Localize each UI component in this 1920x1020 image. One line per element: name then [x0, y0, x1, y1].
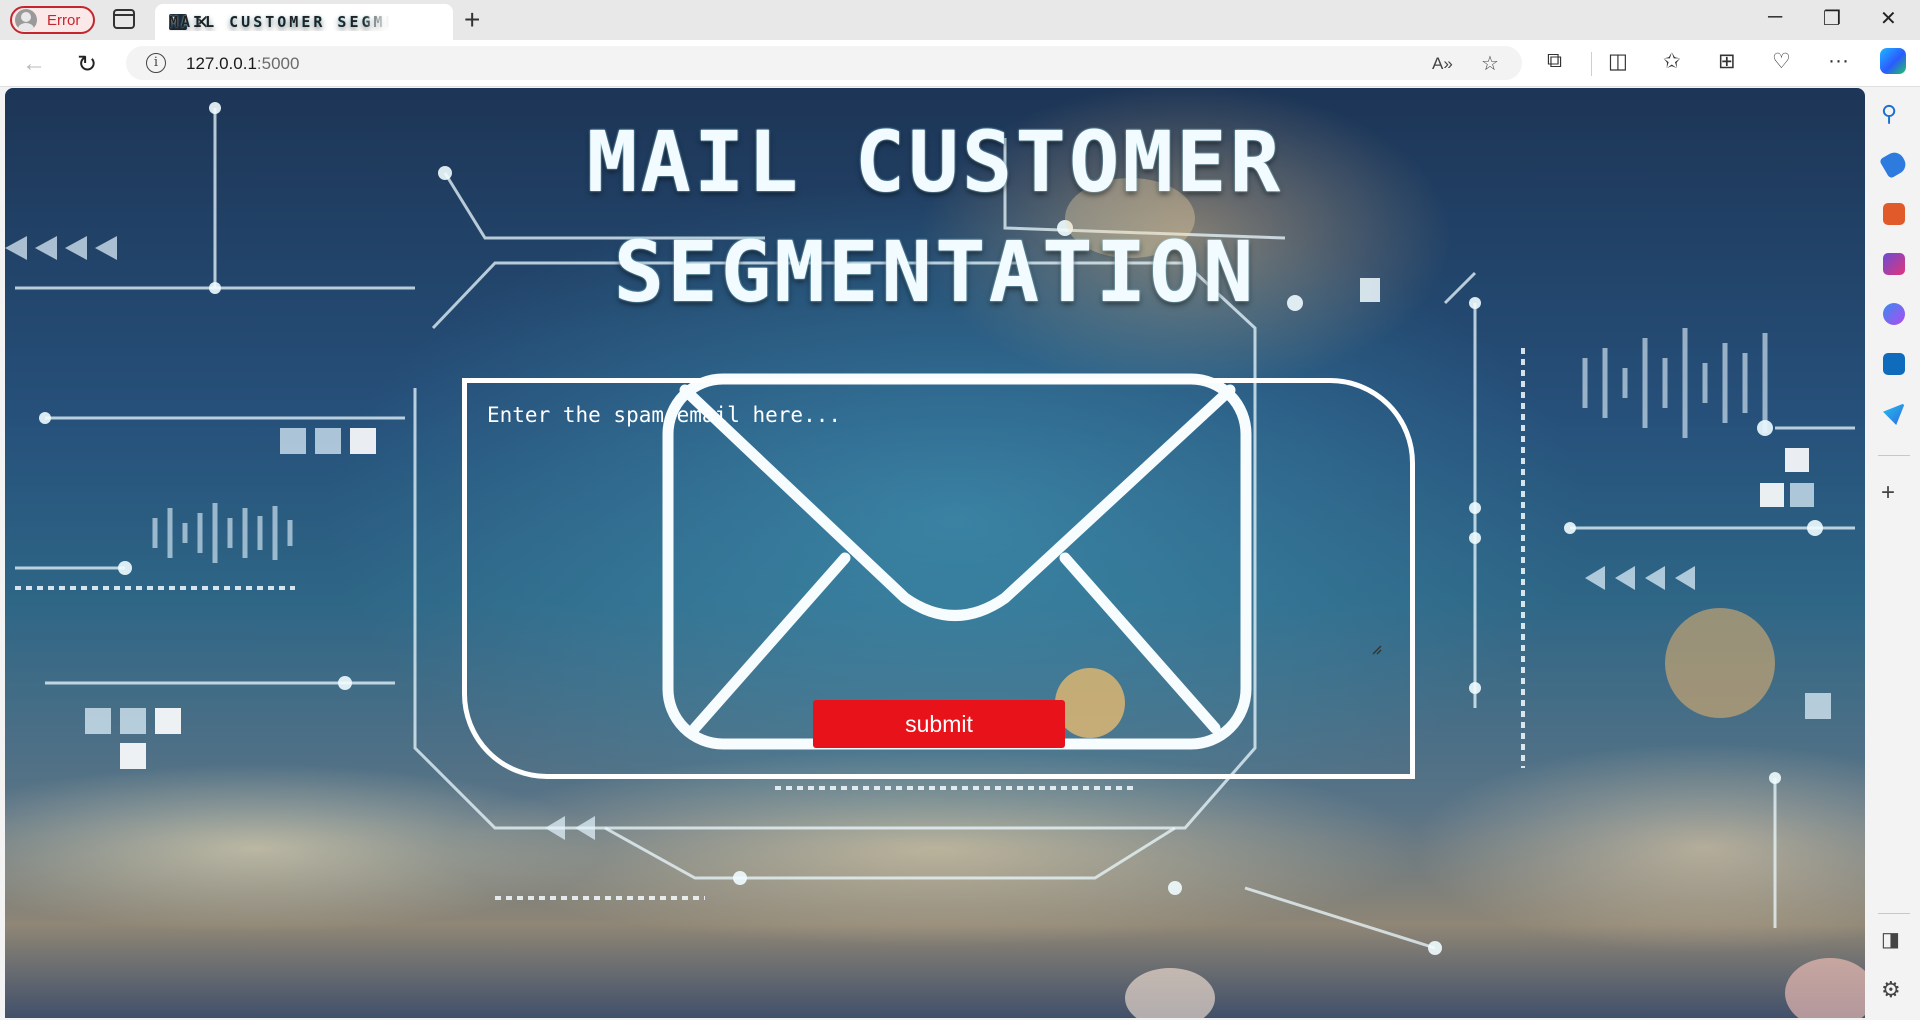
tab-title: MAIL CUSTOMER SEGMENTATION: [169, 13, 389, 31]
games-icon[interactable]: [1883, 253, 1905, 275]
profile-label: Error: [47, 11, 81, 29]
settings-icon[interactable]: ⚙: [1881, 977, 1901, 1003]
page-viewport: MAIL CUSTOMER SEGMENTATION submit: [5, 88, 1865, 1018]
add-icon[interactable]: +: [1881, 479, 1895, 507]
profile-button[interactable]: Error: [10, 6, 95, 34]
extensions-icon[interactable]: ⧉: [1547, 49, 1562, 73]
microsoft365-icon[interactable]: [1883, 303, 1905, 325]
avatar-icon: [15, 9, 37, 31]
edge-sidebar: ⚲ + ◨ ⚙: [1866, 87, 1920, 1020]
read-aloud-icon[interactable]: A»: [1432, 54, 1453, 74]
submit-button[interactable]: submit: [813, 700, 1065, 748]
search-icon[interactable]: ⚲: [1881, 101, 1897, 127]
restore-icon[interactable]: ❐: [1823, 6, 1841, 31]
more-icon[interactable]: ···: [1828, 49, 1849, 73]
tools-icon[interactable]: [1883, 203, 1905, 225]
favorites-icon[interactable]: ✩: [1663, 49, 1681, 74]
send-icon[interactable]: [1883, 403, 1905, 425]
refresh-icon[interactable]: ↻: [77, 50, 97, 79]
browser-essentials-icon[interactable]: ♡: [1772, 49, 1791, 74]
page-title-line-2: SEGMENTATION: [613, 223, 1257, 321]
plus-icon[interactable]: +: [464, 4, 480, 36]
address-bar[interactable]: i 127.0.0.1:5000 A» ☆: [126, 46, 1522, 80]
collections-icon[interactable]: ⊞: [1718, 49, 1736, 74]
page-title-line-1: MAIL CUSTOMER: [586, 113, 1284, 211]
info-icon[interactable]: i: [146, 53, 166, 73]
back-icon[interactable]: ←: [22, 50, 46, 78]
copilot-icon[interactable]: [1880, 48, 1906, 74]
outlook-icon[interactable]: [1883, 353, 1905, 375]
active-tab[interactable]: MAIL CUSTOMER SEGMENTATION ✕: [155, 4, 453, 40]
tab-actions-icon[interactable]: [113, 9, 135, 29]
address-toolbar: ← ↻ i 127.0.0.1:5000 A» ☆ ⧉ ◫ ✩ ⊞ ♡ ···: [0, 40, 1920, 87]
minimize-icon[interactable]: ─: [1768, 6, 1782, 29]
url-text: 127.0.0.1:5000: [186, 54, 300, 73]
shopping-tag-icon[interactable]: [1878, 148, 1910, 180]
sidebar-divider: [1878, 455, 1910, 456]
close-window-icon[interactable]: ✕: [1880, 6, 1897, 31]
favorite-star-icon[interactable]: ☆: [1481, 51, 1499, 76]
toolbar-divider: [1591, 52, 1592, 76]
sidebar-toggle-icon[interactable]: ◨: [1881, 927, 1900, 952]
split-screen-icon[interactable]: ◫: [1608, 49, 1628, 74]
resize-grip-icon[interactable]: [1372, 645, 1382, 655]
sidebar-divider: [1878, 913, 1910, 914]
email-input[interactable]: [487, 403, 1387, 643]
tab-bar: Error MAIL CUSTOMER SEGMENTATION ✕ + ─ ❐…: [0, 0, 1920, 40]
